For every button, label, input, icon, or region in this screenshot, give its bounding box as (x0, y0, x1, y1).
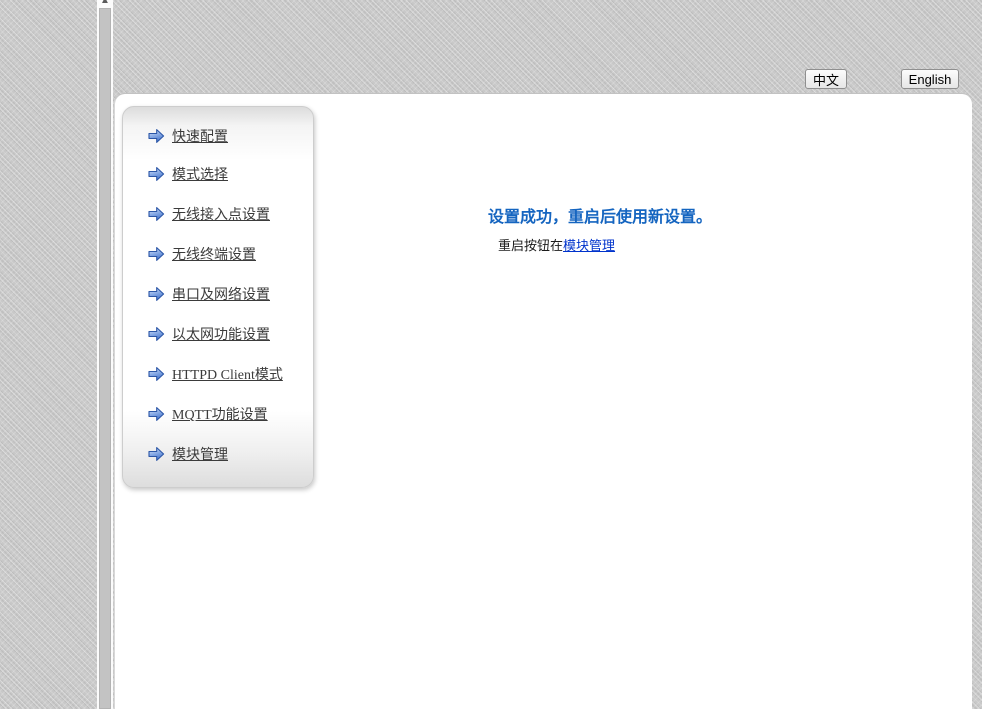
sidebar-link[interactable]: 无线终端设置 (172, 244, 256, 264)
english-language-button[interactable]: English (901, 69, 959, 89)
page-background: ▲ 中文 English 设置成功，重启后使用新设置。 重启按钮在模块管理 快速… (0, 0, 982, 709)
arrow-right-icon (148, 246, 165, 262)
sidebar-item-wifi-ap-settings[interactable]: 无线接入点设置 (148, 194, 313, 234)
sidebar-item-mode-select[interactable]: 模式选择 (148, 154, 313, 194)
sidebar-item-ethernet-settings[interactable]: 以太网功能设置 (148, 314, 313, 354)
status-message: 设置成功，重启后使用新设置。 (488, 203, 712, 227)
sidebar-link[interactable]: HTTPD Client模式 (172, 364, 283, 384)
sidebar-link[interactable]: 无线接入点设置 (172, 204, 270, 224)
arrow-right-icon (148, 366, 165, 382)
chinese-language-button[interactable]: 中文 (805, 69, 847, 89)
arrow-right-icon (148, 446, 165, 462)
sidebar-link[interactable]: 以太网功能设置 (172, 324, 270, 344)
arrow-right-icon (148, 166, 165, 182)
sidebar-menu: 快速配置 模式选择 无线接入点设置 无线终端设置 串口及网络设置 以太网功能设置 (123, 107, 313, 474)
sidebar-link[interactable]: 模块管理 (172, 444, 228, 464)
module-management-link[interactable]: 模块管理 (563, 238, 615, 253)
sidebar-item-wifi-sta-settings[interactable]: 无线终端设置 (148, 234, 313, 274)
sidebar-item-module-management[interactable]: 模块管理 (148, 434, 313, 474)
arrow-right-icon (148, 326, 165, 342)
scrollbar-thumb[interactable] (99, 8, 111, 709)
sidebar-item-uart-network-settings[interactable]: 串口及网络设置 (148, 274, 313, 314)
sidebar-panel: 快速配置 模式选择 无线接入点设置 无线终端设置 串口及网络设置 以太网功能设置 (122, 106, 314, 488)
vertical-scrollbar[interactable]: ▲ (97, 0, 113, 709)
arrow-right-icon (148, 406, 165, 422)
sidebar-item-quick-config[interactable]: 快速配置 (148, 117, 313, 154)
arrow-right-icon (148, 128, 165, 144)
sidebar-item-mqtt-settings[interactable]: MQTT功能设置 (148, 394, 313, 434)
sidebar-link[interactable]: 串口及网络设置 (172, 284, 270, 304)
sidebar-item-httpd-client-mode[interactable]: HTTPD Client模式 (148, 354, 313, 394)
restart-hint-text: 重启按钮在 (498, 238, 563, 253)
arrow-right-icon (148, 206, 165, 222)
restart-hint: 重启按钮在模块管理 (498, 235, 615, 254)
scroll-up-icon[interactable]: ▲ (97, 0, 113, 7)
sidebar-link[interactable]: MQTT功能设置 (172, 404, 268, 424)
sidebar-link[interactable]: 快速配置 (172, 126, 228, 146)
arrow-right-icon (148, 286, 165, 302)
sidebar-link[interactable]: 模式选择 (172, 164, 228, 184)
